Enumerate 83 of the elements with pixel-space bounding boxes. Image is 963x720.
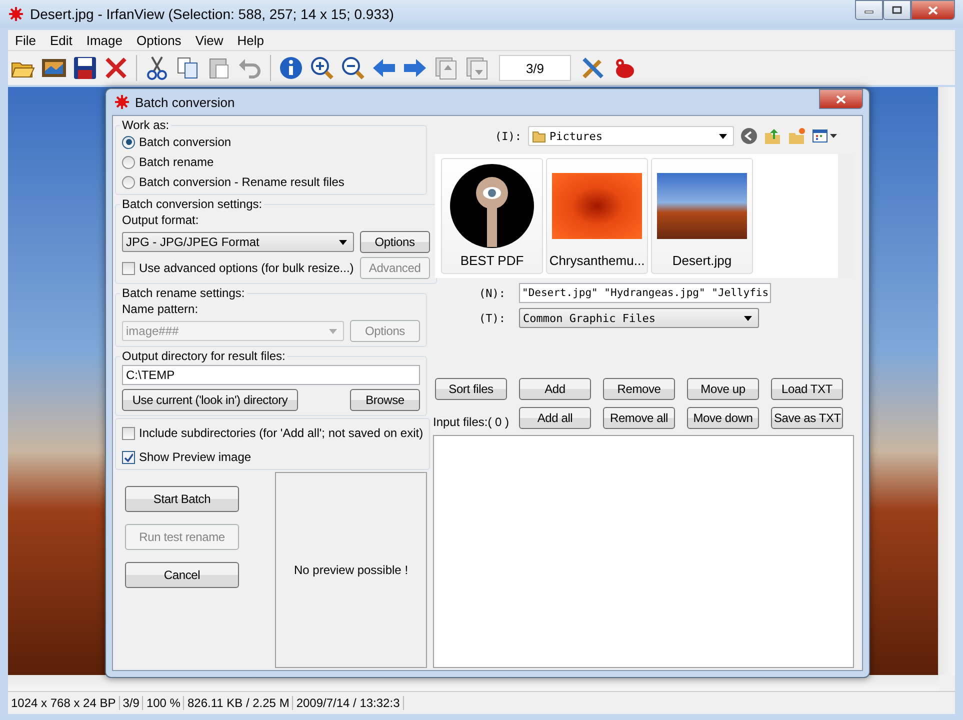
button[interactable]: Load TXT [771,378,843,400]
close-button[interactable] [911,0,955,20]
file-name-field[interactable]: "Desert.jpg" "Hydrangeas.jpg" "Jellyfis [519,283,771,303]
input-files-list[interactable] [433,435,854,668]
thumbnail-item[interactable]: BEST PDF [441,158,543,274]
group-label: Batch conversion settings: [121,197,264,211]
menu-item[interactable]: Options [130,32,188,48]
thumbnail-item[interactable]: Chrysanthemu... [546,158,648,274]
group-label: Work as: [121,118,170,132]
status-text: 100 % [143,696,184,710]
menu-item[interactable]: Edit [42,32,80,48]
app-logo-icon [114,94,130,110]
check-icon [124,452,133,462]
field-label: Name pattern: [122,302,200,316]
delete-icon[interactable] [103,55,129,81]
thumbnail-item[interactable]: Desert.jpg [651,158,753,274]
format-dropdown[interactable]: JPG - JPG/JPEG Format [122,232,354,252]
tools-icon[interactable] [580,55,606,81]
radio-button[interactable]: Batch conversion - Rename result files [122,174,420,190]
menu-item[interactable]: Image [79,32,130,48]
menu-item[interactable]: Help [230,32,272,48]
checkbox[interactable]: Include subdirectories (for 'Add all'; not saved on exit) [122,425,424,441]
folder-icon [532,129,546,143]
close-icon [928,6,938,14]
new-folder-icon[interactable] [788,127,806,145]
back-icon[interactable] [740,127,758,145]
status-text: 2009/7/14 / 13:32:3 [293,696,404,710]
status-text: 3/9 [120,696,144,710]
zoom-out-icon[interactable] [340,55,366,81]
group-label: Output directory for result files: [121,349,286,363]
file-type-dropdown[interactable]: Common Graphic Files [519,308,759,328]
close-button[interactable] [819,89,863,109]
options-button[interactable]: Options [360,231,430,253]
button[interactable]: Move down [687,407,759,429]
vertical-scrollbar[interactable] [938,87,955,675]
maximize-icon [892,6,902,14]
dropdown-arrow-icon [338,240,347,244]
menu-item[interactable]: File [8,32,43,48]
checkbox[interactable]: Show Preview image [122,449,424,465]
field-label: (I): [495,130,522,142]
field-label: (N): [479,286,506,300]
button[interactable]: Move up [687,378,759,400]
page-field[interactable]: 3/9 [499,55,571,81]
button[interactable]: Remove [603,378,675,400]
page-up-icon[interactable] [433,55,459,81]
checkbox[interactable]: Use advanced options (for bulk resize...) [122,260,354,276]
status-text: 1024 x 768 x 24 BP [8,696,120,710]
up-folder-icon[interactable] [764,127,782,145]
save-icon[interactable] [72,55,98,81]
field-label: Output format: [122,213,200,227]
menu-item[interactable]: View [188,32,230,48]
view-menu-icon[interactable] [812,128,838,144]
button[interactable]: Add [519,378,591,400]
button[interactable]: Add all [519,407,591,429]
field-label: (T): [479,312,506,324]
look-in-dropdown[interactable]: Pictures [528,126,734,146]
button[interactable]: Save as TXT [771,407,843,429]
button[interactable]: Remove all [603,407,675,429]
info-icon[interactable] [278,55,304,81]
scissors-icon[interactable] [144,55,170,81]
minimize-button[interactable] [855,0,883,20]
radio-button[interactable]: Batch conversion [122,134,420,150]
button[interactable]: Start Batch [125,486,239,512]
zoom-in-icon[interactable] [309,55,335,81]
directory-field[interactable]: C:\TEMP [122,365,420,385]
radio-button[interactable]: Batch rename [122,154,420,170]
close-icon [836,94,846,104]
page-down-icon[interactable] [464,55,490,81]
input-files-label: Input files:( 0 ) [433,415,507,429]
dropdown-arrow-icon [744,316,752,320]
dropdown-arrow-icon [329,328,337,334]
maximize-button[interactable] [883,0,911,20]
browse-button[interactable]: Browse [350,389,420,411]
button[interactable]: Sort files [435,378,507,400]
preview-message: No preview possible ! [294,563,408,577]
app-logo-icon [8,6,24,22]
group-label: Batch rename settings: [121,286,246,300]
button[interactable]: Cancel [125,562,239,588]
dialog-title: Batch conversion [135,94,236,110]
dropdown-arrow-icon [718,134,726,138]
window-title: Desert.jpg - IrfanView (Selection: 588, 257; 14 x 15; 0.933) [30,6,395,22]
use-current-directory-button[interactable]: Use current ('look in') directory [122,389,298,411]
status-text: 826.11 KB / 2.25 M [184,696,294,710]
